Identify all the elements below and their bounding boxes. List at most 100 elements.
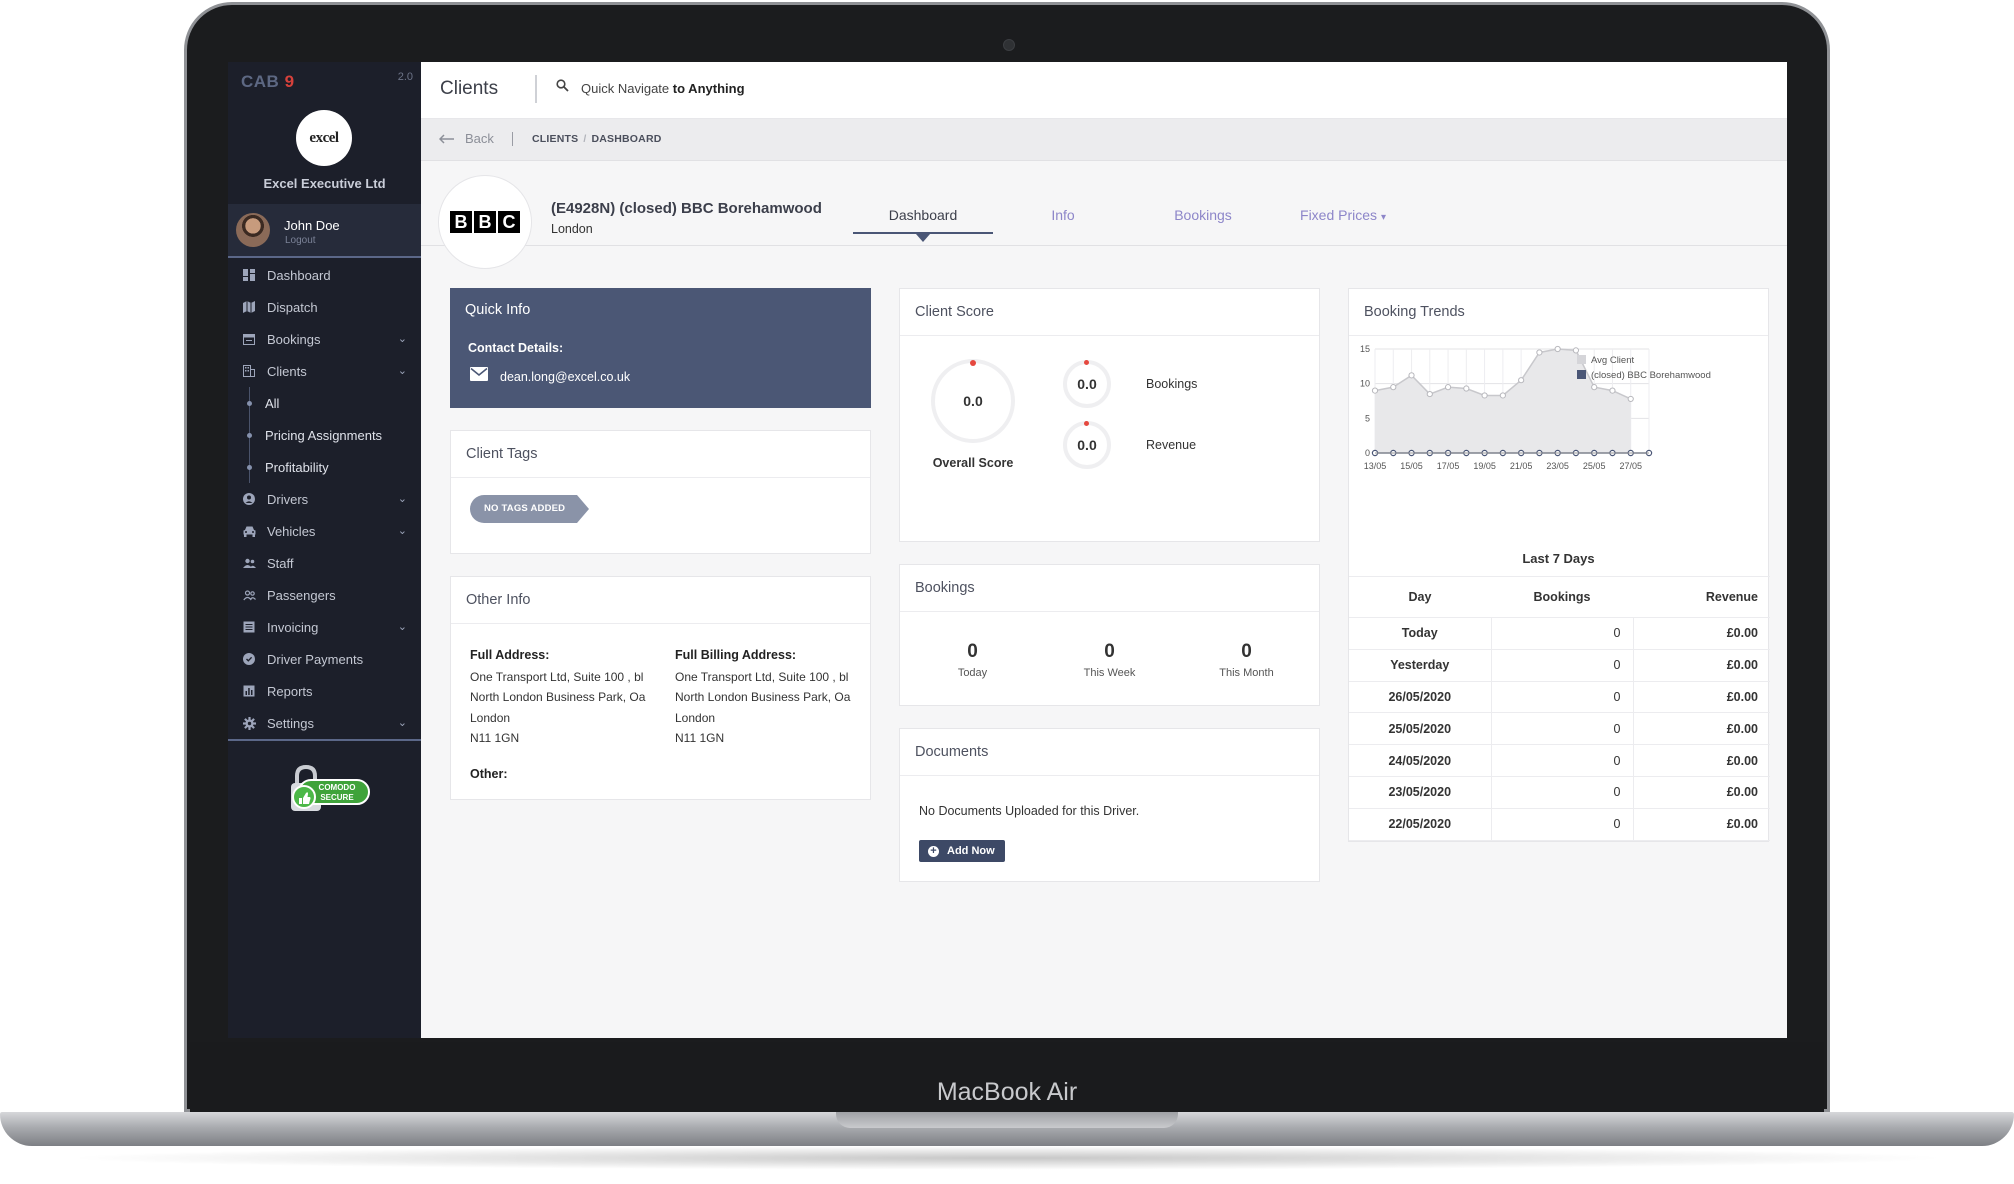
contact-email-link[interactable]: dean.long@excel.co.uk (500, 370, 630, 384)
table-cell-revenue: £0.00 (1633, 776, 1770, 809)
data-point-avg-client (1444, 384, 1452, 391)
sidebar-item-label: Staff (267, 555, 294, 571)
breadcrumb-item-clients[interactable]: CLIENTS (532, 133, 578, 145)
x-tick-label: 23/05 (1546, 461, 1569, 471)
data-point-avg-client (1426, 390, 1433, 398)
sidebar-item-label: Passengers (267, 587, 336, 603)
table-cell-bookings: 0 (1491, 744, 1634, 777)
col-day: Day (1349, 576, 1491, 618)
user-name: John Doe (284, 218, 340, 233)
submenu-item-all[interactable]: All (228, 387, 421, 419)
search-icon[interactable] (556, 79, 569, 92)
table-cell-day: 25/05/2020 (1349, 712, 1492, 746)
sidebar-item-drivers[interactable]: Drivers ⌄ (228, 483, 421, 515)
legend-swatch-avg-client (1577, 355, 1586, 364)
x-tick-label: 21/05 (1510, 461, 1533, 471)
table-cell-revenue: £0.00 (1633, 744, 1770, 777)
table-cell-bookings: 0 (1491, 776, 1634, 809)
sidebar-item-vehicles[interactable]: Vehicles ⌄ (228, 515, 421, 547)
dashboard-icon (242, 268, 256, 282)
table-row: 23/05/2020 0 £0.00 (1349, 776, 1770, 809)
tab-bookings[interactable]: Bookings (1133, 198, 1273, 238)
arrow-left-icon (439, 133, 454, 144)
bookings-score-ring: 0.0 (1063, 360, 1111, 408)
documents-empty-message: No Documents Uploaded for this Driver. (919, 804, 1140, 818)
revenue-score-label: Revenue (1146, 438, 1197, 452)
app-logo[interactable]: CAB 9 2.0 (228, 62, 421, 96)
tab-info[interactable]: Info (993, 198, 1133, 238)
sidebar-item-staff[interactable]: Staff (228, 547, 421, 579)
bookings-panel: Bookings 0 Today 0 This Week 0 This Month (899, 564, 1320, 706)
invoice-icon (242, 620, 256, 634)
last-7-days-title: Last 7 Days (1522, 551, 1595, 566)
score-indicator (970, 360, 976, 366)
sidebar-item-dispatch[interactable]: Dispatch (228, 291, 421, 323)
sidebar-item-dashboard[interactable]: Dashboard (228, 259, 421, 291)
building-icon (242, 364, 256, 378)
sidebar-item-driver-payments[interactable]: Driver Payments (228, 643, 421, 675)
table-cell-bookings: 0 (1491, 808, 1634, 841)
x-tick-label: 13/05 (1364, 461, 1387, 471)
submenu-item-pricing-assignments[interactable]: Pricing Assignments (228, 419, 421, 451)
chevron-down-icon: ⌄ (397, 493, 407, 505)
logout-link[interactable]: Logout (285, 235, 316, 246)
add-document-button[interactable]: + Add Now (919, 840, 1005, 862)
overall-score-ring: 0.0 (931, 359, 1015, 443)
data-point-avg-client (1536, 349, 1543, 356)
submenu-item-profitability[interactable]: Profitability (228, 451, 421, 483)
tab-dashboard[interactable]: Dashboard (853, 198, 993, 242)
y-tick-label: 10 (1360, 379, 1370, 389)
x-tick-label: 17/05 (1437, 461, 1460, 471)
contact-details-label: Contact Details: (468, 341, 564, 355)
last-7-days-table: Day Bookings Revenue Today 0 £0.00 Yesterda… (1349, 576, 1770, 841)
gear-icon (242, 716, 256, 730)
chevron-down-icon: ⌄ (397, 717, 407, 729)
table-cell-bookings: 0 (1491, 617, 1634, 650)
quick-navigate-search[interactable]: Quick Navigate to Anything (581, 81, 745, 96)
data-point-avg-client (1463, 385, 1470, 392)
data-point-avg-client (1627, 395, 1634, 403)
avatar[interactable] (236, 213, 270, 247)
company-name: Excel Executive Ltd (263, 176, 386, 191)
sidebar-item-reports[interactable]: Reports (228, 675, 421, 707)
app-logo-text: CAB 9 (241, 72, 295, 91)
sidebar-item-settings[interactable]: Settings ⌄ (228, 707, 421, 739)
data-point-avg-client (1572, 347, 1580, 354)
top-bar: Clients Quick Navigate to Anything (421, 62, 1787, 119)
x-tick-label: 19/05 (1473, 461, 1496, 471)
payment-icon (242, 652, 256, 666)
table-cell-day: 26/05/2020 (1349, 681, 1492, 714)
sidebar-item-bookings[interactable]: Bookings ⌄ (228, 323, 421, 355)
table-cell-bookings: 0 (1491, 681, 1634, 714)
map-icon (242, 300, 256, 314)
legend-label-avg-client: Avg Client (1591, 355, 1634, 366)
sidebar-item-passengers[interactable]: Passengers (228, 579, 421, 611)
data-point-avg-client (1499, 392, 1506, 399)
breadcrumb-bar: Back CLIENTS / DASHBOARD (421, 119, 1787, 161)
bookings-score-label: Bookings (1146, 377, 1198, 391)
badge-text: SECURE (320, 793, 354, 802)
quick-info-panel: Quick Info Contact Details: dean.long@ex… (450, 288, 871, 408)
panel-title: Client Score (900, 289, 1319, 336)
sidebar-item-clients[interactable]: Clients ⌄ (228, 355, 421, 387)
back-button[interactable]: Back (439, 131, 494, 146)
badge-text: COMODO (319, 783, 356, 792)
bookings-this-month: 0 This Month (1219, 641, 1274, 679)
client-tabs: Dashboard Info Bookings Fixed Prices ▾ (853, 198, 1413, 242)
table-cell-day: Today (1349, 617, 1492, 650)
table-cell-revenue: £0.00 (1633, 617, 1770, 650)
table-row: Yesterday 0 £0.00 (1349, 649, 1770, 682)
company-logo: excel (296, 110, 352, 166)
table-cell-revenue: £0.00 (1633, 649, 1770, 682)
camera-icon (1003, 39, 1015, 51)
laptop-shadow (60, 1146, 1954, 1170)
other-label: Other: (470, 767, 508, 781)
sidebar-item-label: Vehicles (267, 523, 316, 539)
laptop-notch (836, 1112, 1178, 1128)
overall-score-label: Overall Score (932, 456, 1014, 470)
revenue-score-ring: 0.0 (1063, 421, 1111, 469)
tab-fixed-prices[interactable]: Fixed Prices ▾ (1273, 198, 1413, 238)
score-indicator (1084, 360, 1089, 365)
sidebar-item-invoicing[interactable]: Invoicing ⌄ (228, 611, 421, 643)
other-info-panel: Other Info Full Address: One Transport L… (450, 576, 871, 800)
